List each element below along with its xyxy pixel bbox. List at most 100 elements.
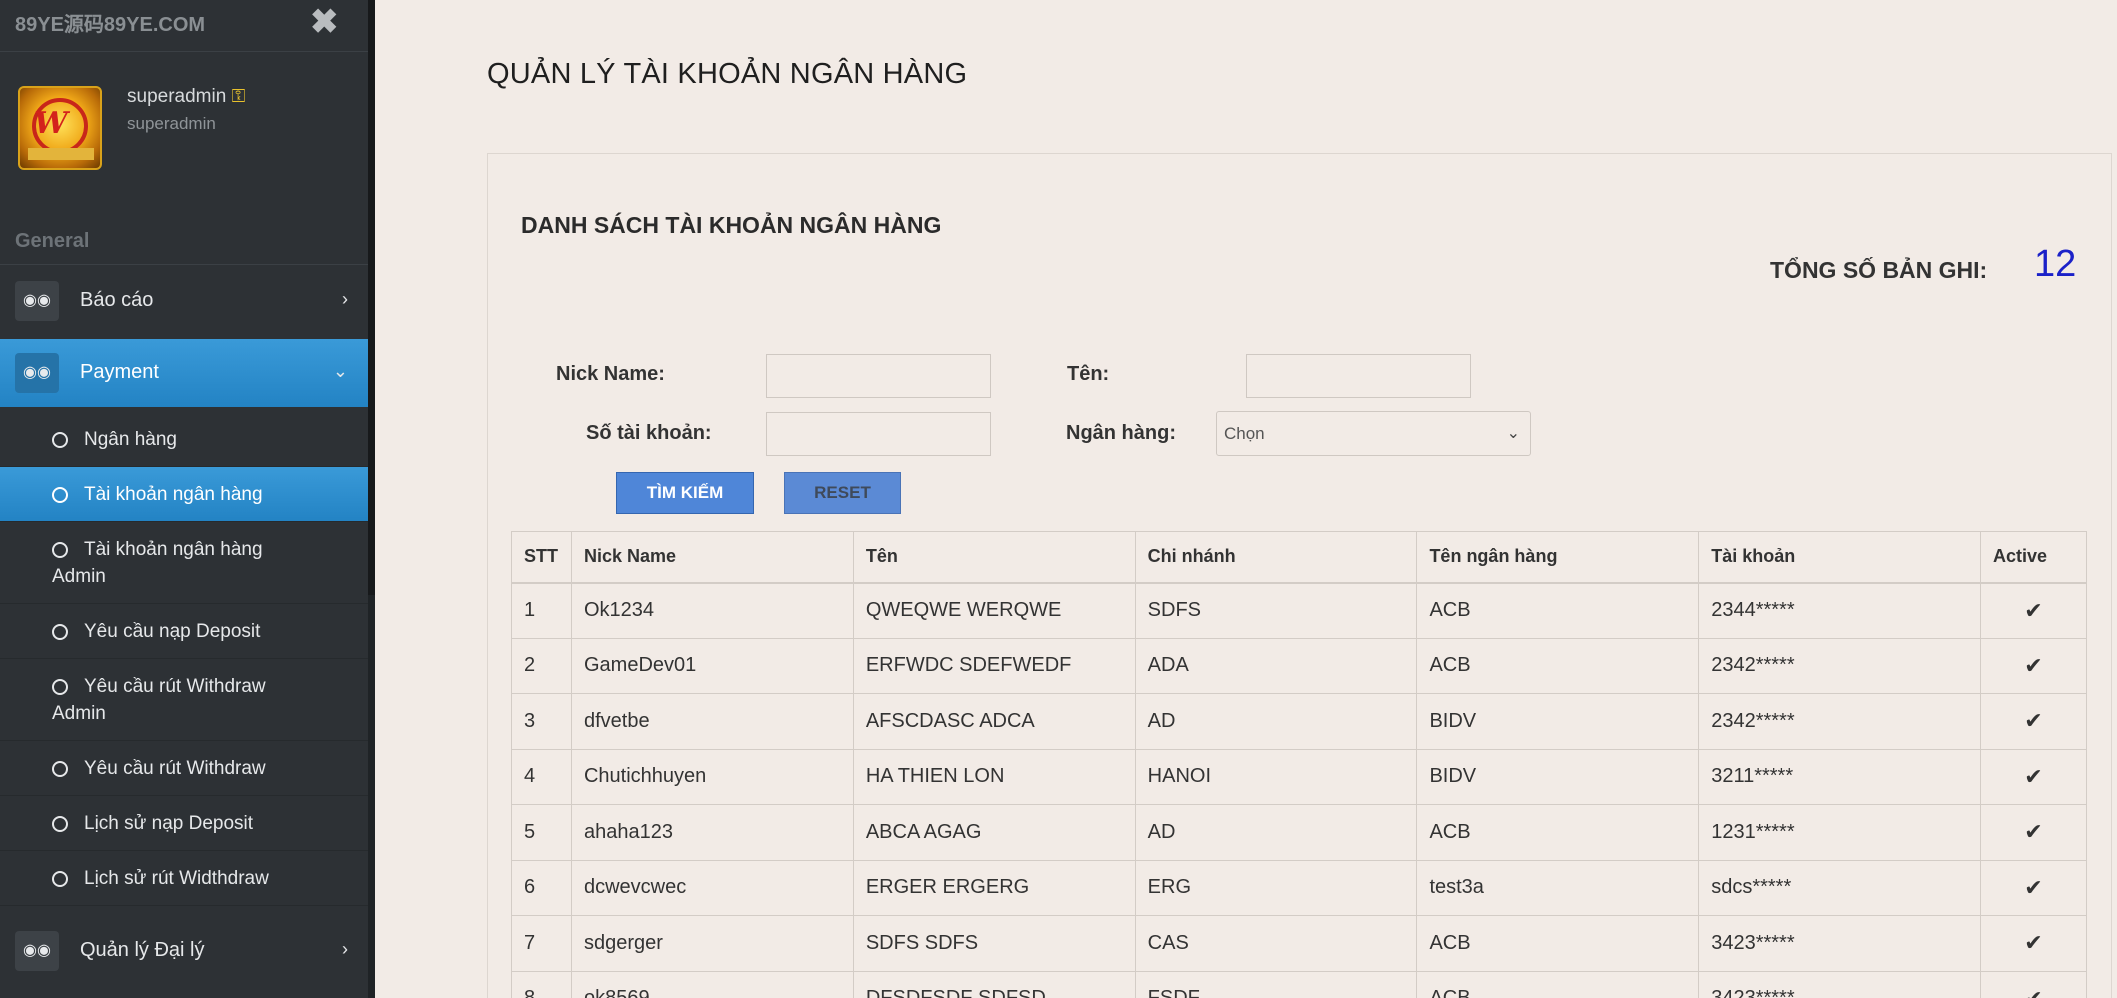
close-icon[interactable]: ✖ — [310, 2, 339, 42]
sidebar-item-bao-cao[interactable]: ◉◉ Báo cáo › — [0, 267, 368, 335]
table-cell: AFSCDASC ADCA — [852, 693, 1136, 750]
sidebar-sub-lich-su-nap-deposit[interactable]: Lịch sử nạp Deposit — [0, 796, 368, 851]
table-cell: BIDV — [1416, 748, 1700, 805]
column-header[interactable]: Tài khoản — [1698, 531, 1981, 584]
check-icon: ✔ — [1980, 748, 2087, 805]
total-records-value: 12 — [2034, 243, 2077, 285]
column-header[interactable]: Chi nhánh — [1134, 531, 1418, 584]
column-header[interactable]: Active — [1980, 531, 2087, 584]
table-cell: ACB — [1416, 637, 1700, 694]
ngan-hang-select[interactable]: Chọn ⌄ — [1216, 411, 1531, 456]
table-cell: ABCA AGAG — [852, 804, 1136, 861]
table-cell: 2342***** — [1698, 693, 1981, 750]
so-tai-khoan-input[interactable] — [766, 412, 991, 456]
total-records-label: TỔNG SỐ BẢN GHI: — [1770, 257, 1988, 283]
table-cell: test3a — [1416, 859, 1700, 916]
table-cell: ACB — [1416, 582, 1700, 639]
table-row[interactable]: 8ok8569DFSDFSDF SDFSDFSDFACB3423*****✔ — [511, 970, 2087, 998]
table-cell: AD — [1134, 693, 1418, 750]
divider — [0, 51, 368, 52]
chevron-down-icon: ⌄ — [332, 361, 348, 381]
sidebar-scrollbar[interactable] — [368, 0, 375, 998]
table-cell: 1231***** — [1698, 804, 1981, 861]
table-cell: GameDev01 — [570, 637, 854, 694]
search-button[interactable]: TÌM KIẾM — [616, 472, 754, 514]
table-header-row: STT Nick Name Tên Chi nhánh Tên ngân hàn… — [511, 531, 2087, 584]
table-row[interactable]: 1 Ok1234 QWEQWE WERQWE SDFS ACB 2344***** ✔ — [511, 582, 2087, 639]
sidebar-sub-ngan-hang[interactable]: Ngân hàng — [0, 412, 368, 467]
column-header[interactable]: Tên ngân hàng — [1416, 531, 1700, 584]
table-cell: dcwevcwec — [570, 859, 854, 916]
nick-name-input[interactable] — [766, 354, 991, 398]
table-row[interactable]: 2 GameDev01 ERFWDC SDEFWEDF ADA ACB 2342*****… — [511, 637, 2087, 694]
table-cell: ERG — [1134, 859, 1418, 916]
table-cell: 2342***** — [1698, 637, 1981, 694]
table-cell: 2344***** — [1698, 582, 1981, 639]
divider — [0, 264, 368, 265]
check-icon: ✔ — [1980, 915, 2087, 972]
table-cell: dfvetbe — [570, 693, 854, 750]
table-cell: 7 — [511, 915, 572, 972]
table-cell: CAS — [1134, 915, 1418, 972]
table-cell: ACB — [1416, 915, 1700, 972]
circle-icon — [52, 761, 68, 777]
sidebar-item-payment[interactable]: ◉◉ Payment ⌄ — [0, 339, 368, 407]
table-cell: 1 — [511, 582, 572, 639]
key-icon: ⚿ — [231, 86, 246, 106]
table-cell: HANOI — [1134, 748, 1418, 805]
column-header[interactable]: Tên — [852, 531, 1136, 584]
circle-icon — [52, 487, 68, 503]
column-header[interactable]: Nick Name — [570, 531, 854, 584]
table-cell: SDFS — [1134, 582, 1418, 639]
user-role: superadmin — [127, 114, 216, 133]
table-cell: ERFWDC SDEFWEDF — [852, 637, 1136, 694]
gamepad-icon: ◉◉ — [15, 353, 59, 393]
table-cell: ahaha123 — [570, 804, 854, 861]
table-cell: ACB — [1416, 970, 1700, 998]
table-cell: sdgerger — [570, 915, 854, 972]
check-icon: ✔ — [1980, 859, 2087, 916]
sidebar-sub-lich-su-rut-withdraw[interactable]: Lịch sử rút Widthdraw — [0, 851, 368, 906]
table-cell: FSDF — [1134, 970, 1418, 998]
table-cell: AD — [1134, 804, 1418, 861]
table-cell: Chutichhuyen — [570, 748, 854, 805]
table-cell: HA THIEN LON — [852, 748, 1136, 805]
check-icon: ✔ — [1980, 637, 2087, 694]
sidebar-sub-yeu-cau-nap-deposit[interactable]: Yêu cầu nạp Deposit — [0, 604, 368, 659]
table-row[interactable]: 6 dcwevcwec ERGER ERGERG ERG test3a sdcs*****… — [511, 859, 2087, 916]
brand-logo-text: 89YE源码89YE.COM — [15, 14, 206, 36]
nick-name-label: Nick Name: — [556, 363, 665, 385]
circle-icon — [52, 816, 68, 832]
check-icon: ✔ — [1980, 970, 2087, 998]
column-header[interactable]: STT — [511, 531, 572, 584]
ten-label: Tên: — [1067, 363, 1110, 385]
sidebar-sub-yeu-cau-rut-withdraw-admin[interactable]: Yêu cầu rút Withdraw Admin — [0, 659, 368, 741]
table-cell: 3211***** — [1698, 748, 1981, 805]
ngan-hang-label: Ngân hàng: — [1066, 422, 1176, 444]
table-cell: 4 — [511, 748, 572, 805]
sidebar-item-label: Payment — [80, 361, 159, 383]
ten-input[interactable] — [1246, 354, 1471, 398]
table-cell: ACB — [1416, 804, 1700, 861]
reset-button[interactable]: RESET — [784, 472, 901, 514]
sidebar-sub-tai-khoan-ngan-hang[interactable]: Tài khoản ngân hàng — [0, 467, 368, 522]
check-icon: ✔ — [1980, 804, 2087, 861]
chevron-right-icon: › — [342, 939, 348, 959]
sidebar-sub-tai-khoan-ngan-hang-admin[interactable]: Tài khoản ngân hàng Admin — [0, 522, 368, 604]
table-row[interactable]: 5 ahaha123 ABCA AGAG AD ACB 1231***** ✔ — [511, 804, 2087, 861]
table-cell: DFSDFSDF SDFSD — [852, 970, 1136, 998]
table-cell: ADA — [1134, 637, 1418, 694]
gamepad-icon: ◉◉ — [15, 931, 59, 971]
table-row[interactable]: 3 dfvetbe AFSCDASC ADCA AD BIDV 2342***** ✔ — [511, 693, 2087, 750]
sidebar-sub-yeu-cau-rut-withdraw[interactable]: Yêu cầu rút Withdraw — [0, 741, 368, 796]
check-icon: ✔ — [1980, 582, 2087, 639]
table-row[interactable]: 7 sdgerger SDFS SDFS CAS ACB 3423***** ✔ — [511, 915, 2087, 972]
bank-accounts-table: STT Nick Name Tên Chi nhánh Tên ngân hàn… — [511, 531, 2087, 998]
sidebar-item-quan-ly-dai-ly[interactable]: ◉◉ Quản lý Đại lý › — [0, 917, 368, 985]
table-row[interactable]: 4 Chutichhuyen HA THIEN LON HANOI BIDV 3211**… — [511, 748, 2087, 805]
table-cell: 6 — [511, 859, 572, 916]
scrollbar-thumb[interactable] — [368, 0, 375, 595]
section-label-general: General — [15, 230, 90, 252]
table-cell: QWEQWE WERQWE — [852, 582, 1136, 639]
table-cell: Ok1234 — [570, 582, 854, 639]
